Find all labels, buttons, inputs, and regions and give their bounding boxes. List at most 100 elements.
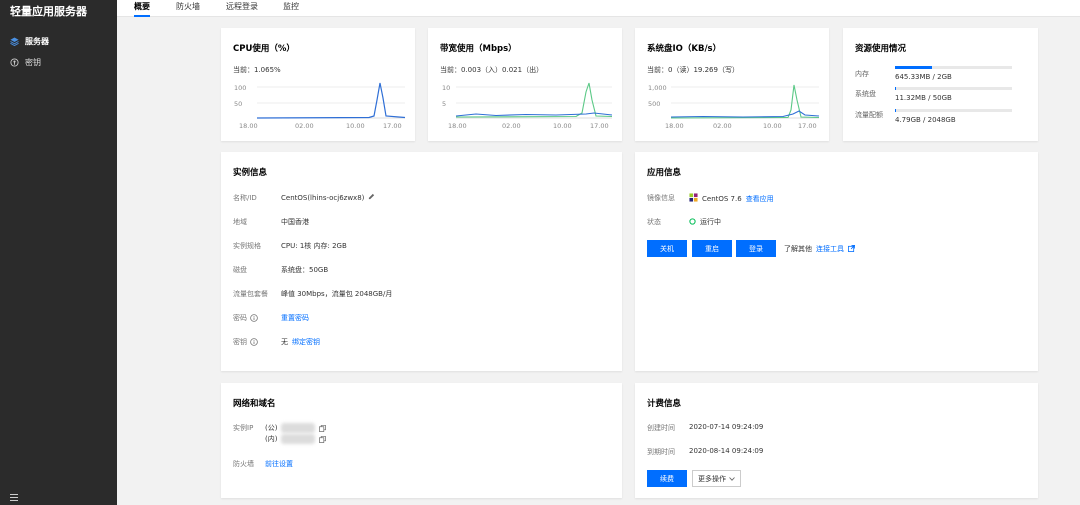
centos-logo-icon [689, 193, 698, 204]
x-tick: 18.00 [665, 122, 684, 130]
instance-label: 地域 [233, 218, 247, 226]
created-value: 2020-07-14 09:24:09 [689, 423, 764, 431]
x-tick: 02.00 [295, 122, 314, 130]
key-icon [10, 57, 19, 67]
expire-value: 2020-08-14 09:24:09 [689, 447, 764, 455]
instance-label: 磁盘 [233, 266, 247, 274]
created-label: 创建时间 [647, 424, 675, 432]
x-tick: 17.00 [383, 122, 402, 130]
y-tick: 500 [648, 100, 660, 108]
image-label: 镜像信息 [647, 194, 675, 202]
memory-bar-fill [895, 66, 932, 69]
bandwidth-card: 带宽使用（Mbps） 当前：0.003（入）0.021（出） 10 5 18.0… [428, 28, 622, 141]
instance-value: 中国香港 [281, 218, 309, 226]
sidebar: 轻量应用服务器 服务器 密钥 [0, 0, 117, 505]
status-value: 运行中 [700, 218, 721, 226]
sidebar-item-label: 服务器 [25, 36, 49, 46]
bandwidth-current: 当前：0.003（入）0.021（出） [440, 66, 544, 74]
key-none-value: 无 [281, 338, 288, 346]
cpu-chart: 100 50 18.00 02.00 10.00 17.00 [234, 82, 406, 130]
image-value-wrap: CentOS 7.6 查看应用 [689, 193, 774, 204]
connect-tools-link[interactable]: 连接工具 [816, 244, 844, 254]
info-icon[interactable] [250, 338, 258, 346]
sidebar-item-key[interactable]: 密钥 [10, 55, 41, 69]
y-tick: 50 [234, 100, 242, 108]
card-title: 应用信息 [647, 168, 682, 178]
tab-overview[interactable]: 概要 [134, 1, 150, 17]
instance-label: 流量包套餐 [233, 290, 268, 298]
collapse-icon[interactable] [10, 493, 20, 502]
instance-label: 名称/ID [233, 194, 257, 202]
firewall-wrap: 前往设置 [265, 459, 293, 469]
instance-label: 密码 [233, 314, 247, 322]
card-title: 网络和域名 [233, 399, 276, 409]
card-title: 带宽使用（Mbps） [440, 44, 517, 54]
network-card: 网络和域名 实例IP (公) (内) 防火墙 前往设置 [221, 383, 622, 498]
card-title: 资源使用情况 [855, 44, 907, 54]
external-link-icon[interactable] [848, 244, 855, 254]
password-label-wrap: 密码 [233, 313, 258, 323]
x-tick: 18.00 [239, 122, 258, 130]
card-title: 系统盘IO（KB/s） [647, 44, 722, 54]
card-title: CPU使用（%） [233, 44, 295, 54]
status-wrap: 运行中 [689, 217, 721, 227]
diskio-card: 系统盘IO（KB/s） 当前：0（读）19.269（写） 1,000 500 1… [635, 28, 829, 141]
bandwidth-series-out [455, 82, 613, 118]
instance-label: 密钥 [233, 338, 247, 346]
edit-icon[interactable] [368, 193, 375, 202]
copy-icon[interactable] [319, 424, 327, 432]
more-actions-dropdown[interactable]: 更多操作 [692, 470, 741, 487]
tab-bar: 概要 防火墙 远程登录 监控 [117, 0, 1080, 17]
public-ip-wrap: (公) [265, 423, 327, 433]
tab-firewall[interactable]: 防火墙 [176, 1, 200, 15]
resource-card: 资源使用情况 内存 645.33MB / 2GB 系统盘 11.32MB / 5… [843, 28, 1038, 141]
reset-password-link[interactable]: 重置密码 [281, 313, 309, 323]
x-tick: 18.00 [448, 122, 467, 130]
copy-icon[interactable] [319, 435, 327, 443]
more-actions-label: 更多操作 [698, 474, 726, 483]
private-ip-wrap: (内) [265, 434, 327, 444]
instance-label: 实例规格 [233, 242, 261, 250]
x-tick: 10.00 [763, 122, 782, 130]
view-app-link[interactable]: 查看应用 [746, 194, 774, 204]
diskio-current: 当前：0（读）19.269（写） [647, 66, 739, 74]
diskio-series-write [670, 110, 820, 118]
chevron-down-icon [729, 475, 735, 483]
shutdown-button[interactable]: 关机 [647, 240, 687, 257]
x-tick: 17.00 [590, 122, 609, 130]
x-tick: 17.00 [798, 122, 817, 130]
bandwidth-series-in [455, 112, 613, 117]
login-button[interactable]: 登录 [736, 240, 776, 257]
card-title: 实例信息 [233, 168, 268, 178]
private-ip-masked [281, 434, 316, 444]
bandwidth-chart: 10 5 18.00 02.00 10.00 17.00 [442, 82, 613, 130]
memory-value: 645.33MB / 2GB [895, 73, 952, 81]
tab-remote-login[interactable]: 远程登录 [226, 1, 258, 15]
instance-name: CentOS(lhins-ocj6zwx8) [281, 193, 375, 202]
instance-value: 系统盘：50GB [281, 266, 329, 274]
memory-bar [895, 66, 1012, 69]
x-tick: 10.00 [553, 122, 572, 130]
bind-key-link[interactable]: 绑定密钥 [292, 337, 320, 347]
x-tick: 10.00 [346, 122, 365, 130]
learn-tools-wrap: 了解其他 连接工具 [784, 244, 855, 254]
cpu-current: 当前：1.065% [233, 66, 281, 74]
resource-label: 系统盘 [855, 90, 876, 98]
card-title: 计费信息 [647, 399, 682, 409]
renew-button[interactable]: 续费 [647, 470, 687, 487]
tab-monitor[interactable]: 监控 [283, 1, 299, 15]
cpu-series-line [256, 82, 406, 119]
y-tick: 100 [234, 84, 246, 92]
restart-button[interactable]: 重启 [692, 240, 732, 257]
public-ip-prefix: (公) [265, 424, 278, 432]
public-ip-masked [281, 423, 316, 433]
info-icon[interactable] [250, 314, 258, 322]
y-tick: 5 [442, 100, 446, 108]
y-tick: 1,000 [648, 84, 667, 92]
firewall-settings-link[interactable]: 前往设置 [265, 459, 293, 469]
sidebar-brand: 轻量应用服务器 [10, 5, 87, 18]
image-value: CentOS 7.6 [702, 194, 742, 203]
sidebar-item-server[interactable]: 服务器 [10, 34, 49, 48]
traffic-bar-fill [895, 109, 896, 112]
app-card: 应用信息 镜像信息 CentOS 7.6 查看应用 状态 运行中 关机 重启 登… [635, 152, 1038, 371]
